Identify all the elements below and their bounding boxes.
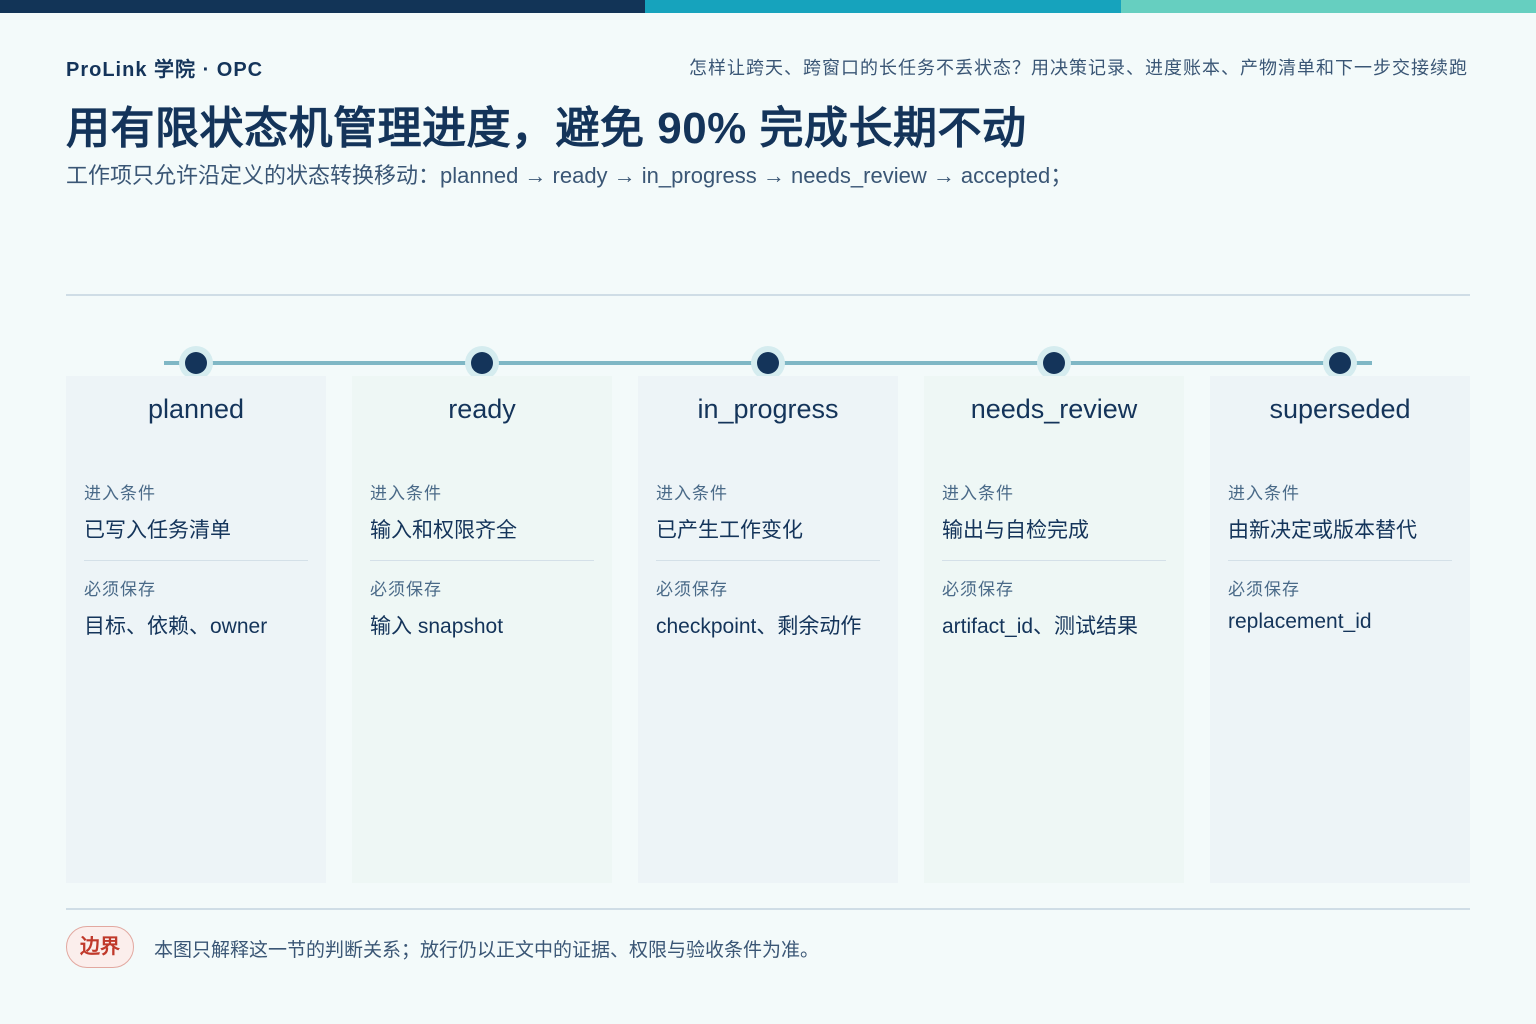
enter-condition-value: 由新决定或版本替代 xyxy=(1228,519,1417,542)
enter-condition-value: 已写入任务清单 xyxy=(84,519,231,542)
node-dot xyxy=(1329,352,1351,374)
enter-condition-label: 进入条件 xyxy=(942,484,1014,503)
timeline-node-needs-review xyxy=(1037,346,1071,380)
brand-label: ProLink 学院 · OPC xyxy=(66,59,264,81)
state-card-superseded: superseded 进入条件 由新决定或版本替代 必须保存 replaceme… xyxy=(1210,376,1470,883)
series-tagline: 怎样让跨天、跨窗口的长任务不丢状态？用决策记录、进度账本、产物清单和下一步交接续… xyxy=(689,58,1468,78)
state-card-in-progress: in_progress 进入条件 已产生工作变化 必须保存 checkpoint… xyxy=(638,376,898,883)
state-card-planned: planned 进入条件 已写入任务清单 必须保存 目标、依赖、owner xyxy=(66,376,326,883)
state-card-needs-review: needs_review 进入条件 输出与自检完成 必须保存 artifact_… xyxy=(924,376,1184,883)
accent-segment-navy xyxy=(0,0,645,13)
must-save-value: 输入 snapshot xyxy=(370,615,504,638)
card-separator xyxy=(942,560,1166,561)
card-separator xyxy=(84,560,308,561)
timeline-node-ready xyxy=(465,346,499,380)
accent-segment-mint xyxy=(1121,0,1536,13)
must-save-label: 必须保存 xyxy=(370,580,442,599)
node-dot xyxy=(185,352,207,374)
enter-condition-value: 输出与自检完成 xyxy=(942,519,1089,542)
bottom-divider xyxy=(66,908,1470,910)
must-save-value: artifact_id、测试结果 xyxy=(942,615,1139,638)
enter-condition-label: 进入条件 xyxy=(370,484,442,503)
timeline-node-planned xyxy=(179,346,213,380)
enter-condition-value: 输入和权限齐全 xyxy=(370,519,517,542)
page-subtitle: 工作项只允许沿定义的状态转换移动：planned → ready → in_pr… xyxy=(66,163,1073,188)
node-dot xyxy=(1043,352,1065,374)
enter-condition-label: 进入条件 xyxy=(656,484,728,503)
timeline-rail xyxy=(164,361,1372,365)
enter-condition-value: 已产生工作变化 xyxy=(656,519,803,542)
timeline-node-superseded xyxy=(1323,346,1357,380)
top-divider xyxy=(66,294,1470,296)
boundary-note: 本图只解释这一节的判断关系；放行仍以正文中的证据、权限与验收条件为准。 xyxy=(154,940,820,961)
card-separator xyxy=(370,560,594,561)
enter-condition-label: 进入条件 xyxy=(84,484,156,503)
must-save-value: replacement_id xyxy=(1228,610,1372,633)
card-separator xyxy=(656,560,880,561)
state-name: superseded xyxy=(1269,394,1411,424)
must-save-label: 必须保存 xyxy=(1228,580,1300,599)
state-name: planned xyxy=(147,394,245,424)
node-dot xyxy=(471,352,493,374)
top-accent-bar xyxy=(0,0,1536,13)
timeline-node-in-progress xyxy=(751,346,785,380)
enter-condition-label: 进入条件 xyxy=(1228,484,1300,503)
card-separator xyxy=(1228,560,1452,561)
state-card-ready: ready 进入条件 输入和权限齐全 必须保存 输入 snapshot xyxy=(352,376,612,883)
accent-segment-teal xyxy=(645,0,1121,13)
must-save-value: checkpoint、剩余动作 xyxy=(656,615,862,638)
must-save-label: 必须保存 xyxy=(84,580,156,599)
state-name: ready xyxy=(448,394,516,424)
must-save-label: 必须保存 xyxy=(942,580,1014,599)
node-dot xyxy=(757,352,779,374)
page-title: 用有限状态机管理进度，避免 90% 完成长期不动 xyxy=(66,104,1027,153)
boundary-badge: 边界 xyxy=(66,926,134,968)
must-save-value: 目标、依赖、owner xyxy=(84,615,268,638)
state-name: needs_review xyxy=(970,394,1138,424)
state-name: in_progress xyxy=(697,394,839,424)
must-save-label: 必须保存 xyxy=(656,580,728,599)
